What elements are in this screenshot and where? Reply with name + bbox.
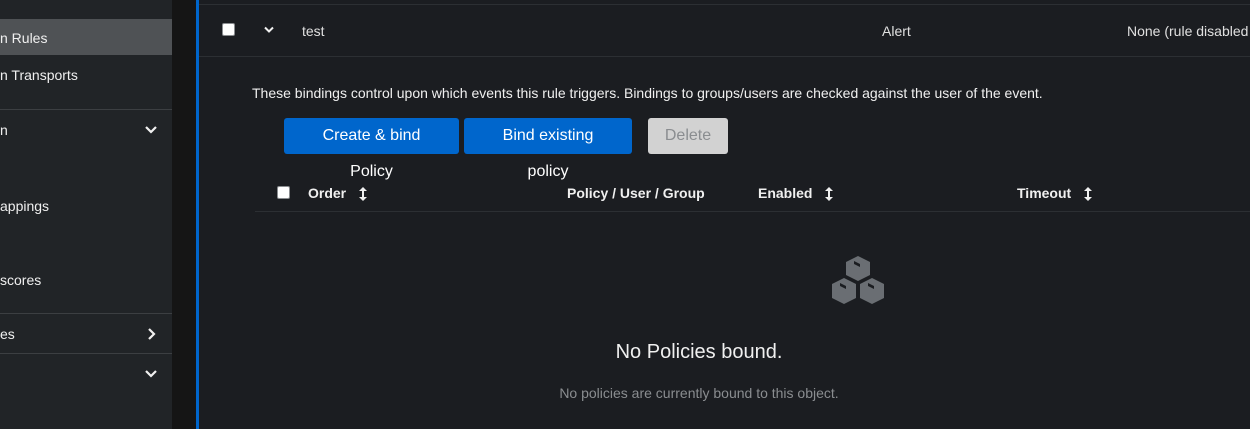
chevron-down-icon[interactable]: [263, 24, 275, 36]
select-all-checkbox[interactable]: [277, 186, 290, 199]
divider: [199, 4, 1250, 5]
sidebar-group-customisation[interactable]: n: [0, 112, 172, 148]
sidebar-item-label: n Rules: [0, 30, 48, 46]
column-header-label: Enabled: [758, 185, 813, 201]
sidebar-item-property-mappings[interactable]: appings: [0, 187, 172, 223]
column-header-enabled[interactable]: Enabled: [758, 185, 834, 202]
divider: [255, 211, 1250, 212]
column-header-timeout[interactable]: Timeout: [1017, 185, 1093, 202]
empty-state-title: No Policies bound.: [615, 341, 783, 363]
divider: [199, 56, 1250, 57]
rule-name: test: [302, 23, 325, 39]
sort-icon: [825, 187, 834, 202]
sidebar-group-label: es: [0, 326, 15, 342]
column-header-order[interactable]: Order: [308, 185, 368, 202]
sidebar-group-label: n: [0, 122, 8, 138]
sidebar-divider: [0, 109, 172, 110]
sidebar-item-reputation-scores[interactable]: scores: [0, 262, 172, 298]
bind-existing-policy-button[interactable]: Bind existing policy: [464, 118, 632, 180]
cubes-icon: [832, 256, 884, 304]
sidebar: n Rules n Transports n appings scores es: [0, 0, 172, 429]
sidebar-group-collapsed[interactable]: es: [0, 316, 172, 352]
page-gutter: [172, 0, 196, 429]
sidebar-divider: [0, 313, 172, 314]
sort-icon: [1084, 187, 1093, 202]
column-header-label: Order: [308, 185, 347, 201]
empty-state-body: No policies are currently bound to this …: [559, 385, 839, 401]
rule-severity: Alert: [882, 23, 911, 39]
sidebar-item-label: n Transports: [0, 67, 78, 83]
bindings-description: These bindings control upon which events…: [252, 85, 1043, 101]
sidebar-item-notification-transports[interactable]: n Transports: [0, 57, 172, 93]
rule-expanded-row: test Alert None (rule disabled These bin…: [196, 0, 1250, 429]
sidebar-divider: [0, 353, 172, 354]
sidebar-item-notification-rules[interactable]: n Rules: [0, 19, 172, 55]
column-header-policy: Policy / User / Group: [567, 185, 705, 201]
sort-icon: [359, 187, 368, 202]
column-header-label: Timeout: [1017, 185, 1072, 201]
row-select-checkbox[interactable]: [222, 23, 235, 36]
rule-transport: None (rule disabled: [1127, 23, 1249, 39]
sidebar-item-label: scores: [0, 272, 42, 288]
chevron-right-icon: [148, 328, 156, 340]
delete-button[interactable]: Delete: [648, 118, 728, 154]
chevron-down-icon: [145, 370, 157, 378]
chevron-down-icon: [145, 126, 157, 134]
create-bind-policy-button[interactable]: Create & bind Policy: [284, 118, 459, 180]
sidebar-item-label: appings: [0, 198, 50, 214]
column-header-label: Policy / User / Group: [567, 185, 705, 201]
sidebar-group-expanded[interactable]: [0, 356, 172, 392]
